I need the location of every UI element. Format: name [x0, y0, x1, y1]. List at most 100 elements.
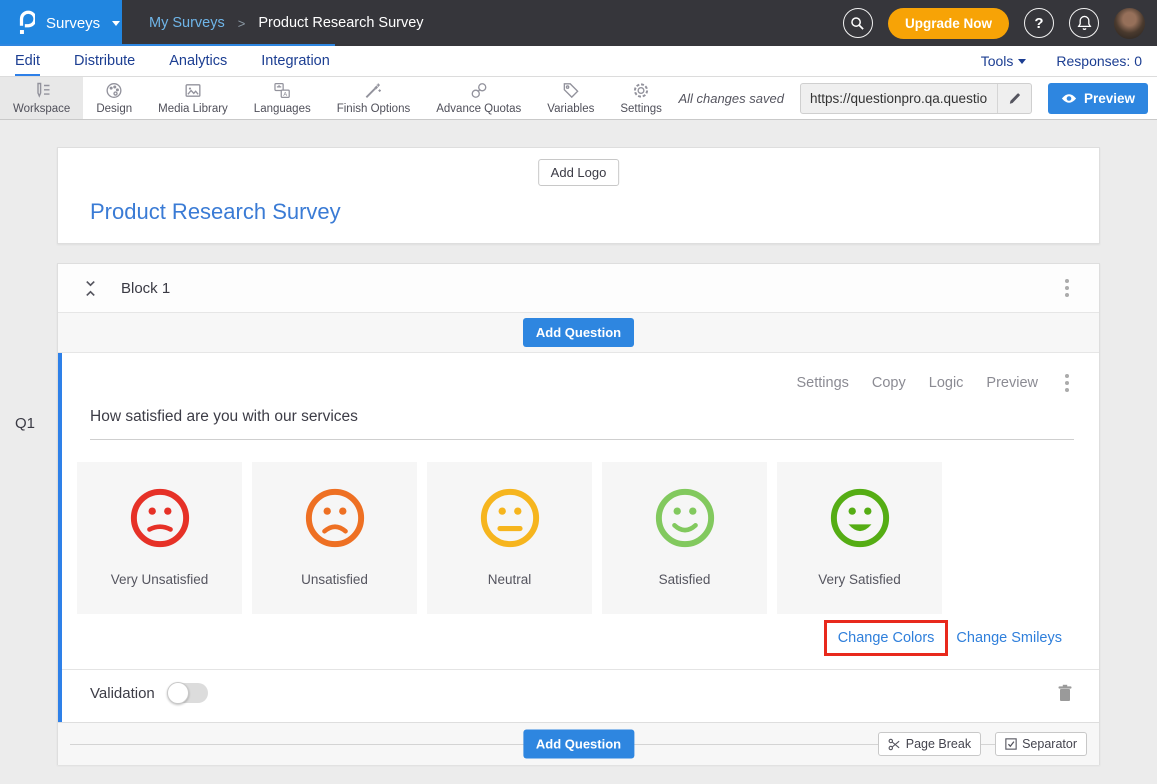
- chain-link-icon: [469, 81, 489, 100]
- block-card: Block 1 Add Question Q1 Settings Copy Lo…: [57, 263, 1100, 765]
- toolbar-advance-quotas[interactable]: Advance Quotas: [423, 77, 534, 119]
- add-question-button-bottom[interactable]: Add Question: [523, 730, 634, 759]
- smiley-option[interactable]: Neutral: [427, 462, 592, 614]
- tab-distribute[interactable]: Distribute: [74, 46, 135, 76]
- svg-text:A: A: [284, 92, 288, 98]
- delete-question-button[interactable]: [1057, 684, 1073, 702]
- add-question-button-top[interactable]: Add Question: [523, 318, 634, 347]
- tab-edit[interactable]: Edit: [15, 46, 40, 76]
- tag-icon: [561, 81, 581, 100]
- trash-icon: [1057, 684, 1073, 702]
- smiley-face-icon: [302, 485, 368, 551]
- survey-nav: Edit Distribute Analytics Integration To…: [0, 46, 1157, 77]
- toolbar-settings[interactable]: Settings: [607, 77, 675, 119]
- validation-row: Validation: [62, 669, 1099, 703]
- smiley-option[interactable]: Satisfied: [602, 462, 767, 614]
- block-title[interactable]: Block 1: [121, 280, 170, 297]
- tab-analytics[interactable]: Analytics: [169, 46, 227, 76]
- breadcrumb-separator: >: [238, 16, 246, 31]
- save-status: All changes saved: [678, 91, 784, 106]
- user-avatar[interactable]: [1114, 8, 1145, 39]
- change-colors-link[interactable]: Change Colors: [838, 630, 935, 646]
- translate-icon: A: [272, 81, 292, 100]
- preview-button[interactable]: Preview: [1048, 83, 1148, 114]
- question-settings-link[interactable]: Settings: [796, 375, 848, 391]
- breadcrumb: My Surveys > Product Research Survey: [149, 15, 424, 31]
- smiley-option-label: Neutral: [488, 572, 532, 587]
- block-menu-button[interactable]: [1061, 275, 1073, 301]
- survey-editor-page: Surveys My Surveys > Product Research Su…: [0, 0, 1157, 784]
- checkbox-check-icon: [1005, 738, 1017, 750]
- collapse-block-icon[interactable]: [84, 280, 97, 297]
- product-name: Surveys: [46, 15, 100, 32]
- survey-url-input[interactable]: [801, 84, 997, 113]
- separator-button[interactable]: Separator: [995, 732, 1087, 756]
- product-switcher[interactable]: Surveys: [0, 0, 122, 46]
- smiley-option[interactable]: Very Unsatisfied: [77, 462, 242, 614]
- smiley-option[interactable]: Very Satisfied: [777, 462, 942, 614]
- question-preview-link[interactable]: Preview: [986, 375, 1038, 391]
- questionpro-logo-icon: [17, 10, 35, 36]
- smiley-face-icon: [827, 485, 893, 551]
- search-icon: [850, 16, 865, 31]
- survey-url-group: [800, 83, 1032, 114]
- annotation-highlight-box: Change Colors: [824, 620, 949, 656]
- smiley-options-links: Change Colors Change Smileys: [62, 620, 1062, 656]
- toolbar-design[interactable]: Design: [83, 77, 145, 119]
- pencil-icon: [1008, 92, 1021, 105]
- toolbar-variables[interactable]: Variables: [534, 77, 607, 119]
- bell-icon: [1077, 15, 1092, 31]
- question-mark-icon: ?: [1034, 15, 1043, 32]
- nav-right: Tools Responses: 0: [981, 53, 1142, 69]
- tools-menu[interactable]: Tools: [981, 53, 1027, 69]
- question-copy-link[interactable]: Copy: [872, 375, 906, 391]
- scissors-icon: [888, 738, 901, 751]
- chevron-down-icon: [112, 21, 120, 26]
- smiley-option[interactable]: Unsatisfied: [252, 462, 417, 614]
- edit-url-button[interactable]: [997, 84, 1031, 113]
- magic-wand-icon: [363, 81, 383, 100]
- smiley-scale: Very Unsatisfied Unsatisfied Neutral: [77, 462, 1099, 614]
- question-text[interactable]: How satisfied are you with our services: [90, 408, 1074, 440]
- toolbar-finish-options[interactable]: Finish Options: [324, 77, 424, 119]
- block-footer-bar: Add Question Page Break Separator: [58, 722, 1099, 765]
- responses-count[interactable]: Responses: 0: [1056, 53, 1142, 69]
- image-icon: [183, 81, 203, 100]
- eye-icon: [1061, 93, 1077, 104]
- toolbar-right: All changes saved Preview: [678, 77, 1157, 119]
- validation-label: Validation: [90, 685, 155, 702]
- smiley-face-icon: [127, 485, 193, 551]
- survey-header-card: Add Logo Product Research Survey: [57, 147, 1100, 244]
- question-actions: Settings Copy Logic Preview: [62, 353, 1099, 396]
- breadcrumb-my-surveys[interactable]: My Surveys: [149, 15, 225, 31]
- toggle-knob: [167, 682, 189, 704]
- question-card: Q1 Settings Copy Logic Preview How satis…: [58, 353, 1099, 722]
- validation-toggle[interactable]: [168, 683, 208, 703]
- smiley-option-label: Satisfied: [659, 572, 711, 587]
- notifications-button[interactable]: [1069, 8, 1099, 38]
- question-number: Q1: [15, 415, 35, 432]
- smiley-face-icon: [477, 485, 543, 551]
- footer-right-buttons: Page Break Separator: [878, 732, 1087, 756]
- search-button[interactable]: [843, 8, 873, 38]
- block-header: Block 1: [58, 264, 1099, 313]
- question-menu-button[interactable]: [1061, 370, 1073, 396]
- smiley-option-label: Very Unsatisfied: [111, 572, 209, 587]
- upgrade-now-button[interactable]: Upgrade Now: [888, 8, 1009, 39]
- toolbar-languages[interactable]: A Languages: [241, 77, 324, 119]
- breadcrumb-current-survey: Product Research Survey: [258, 15, 423, 31]
- smiley-option-label: Very Satisfied: [818, 572, 901, 587]
- tab-integration[interactable]: Integration: [261, 46, 330, 76]
- top-header: Surveys My Surveys > Product Research Su…: [0, 0, 1157, 46]
- palette-icon: [104, 81, 124, 100]
- header-actions: Upgrade Now ?: [843, 8, 1157, 39]
- question-logic-link[interactable]: Logic: [929, 375, 964, 391]
- toolbar-media-library[interactable]: Media Library: [145, 77, 241, 119]
- add-logo-button[interactable]: Add Logo: [538, 159, 620, 186]
- page-break-button[interactable]: Page Break: [878, 732, 981, 756]
- change-smileys-link[interactable]: Change Smileys: [956, 630, 1062, 646]
- toolbar-workspace[interactable]: Workspace: [0, 77, 83, 119]
- editor-toolbar: Workspace Design Media Library A Languag…: [0, 77, 1157, 120]
- help-button[interactable]: ?: [1024, 8, 1054, 38]
- survey-title[interactable]: Product Research Survey: [90, 199, 341, 225]
